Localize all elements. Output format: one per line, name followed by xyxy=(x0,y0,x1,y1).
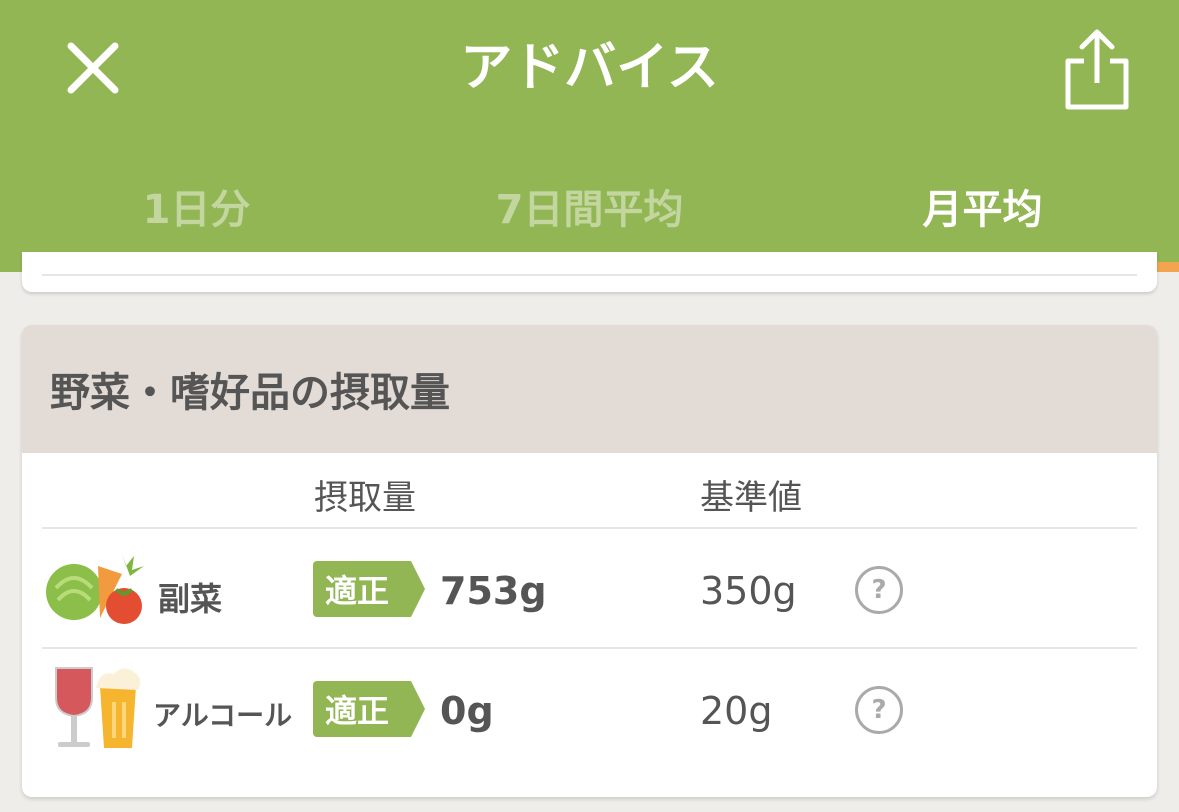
standard-value: 350g xyxy=(700,569,797,613)
previous-card xyxy=(22,252,1157,292)
status-badge: 適正 xyxy=(313,561,425,617)
close-icon xyxy=(67,42,119,94)
intake-value: 753g xyxy=(440,569,547,613)
previous-card-divider xyxy=(42,274,1137,276)
standard-value: 20g xyxy=(700,689,773,733)
wine-beer-icon xyxy=(55,667,141,748)
close-button[interactable] xyxy=(60,38,126,98)
help-button[interactable]: ? xyxy=(855,566,903,614)
card-title: 野菜・嗜好品の摂取量 xyxy=(50,370,450,416)
row-label-side-dish: 副菜 xyxy=(158,580,223,618)
row-divider xyxy=(42,527,1137,529)
row-divider xyxy=(42,647,1137,649)
share-icon xyxy=(1065,29,1129,110)
card-header: 野菜・嗜好品の摂取量 xyxy=(22,325,1157,453)
status-badge: 適正 xyxy=(313,681,425,737)
share-button[interactable] xyxy=(1058,26,1136,114)
column-header-standard: 基準値 xyxy=(700,478,802,518)
help-button[interactable]: ? xyxy=(855,686,903,734)
intake-value: 0g xyxy=(440,689,494,733)
vegetables-icon xyxy=(46,554,144,624)
row-label-alcohol: アルコール xyxy=(153,699,293,732)
column-header-intake: 摂取量 xyxy=(314,478,416,518)
